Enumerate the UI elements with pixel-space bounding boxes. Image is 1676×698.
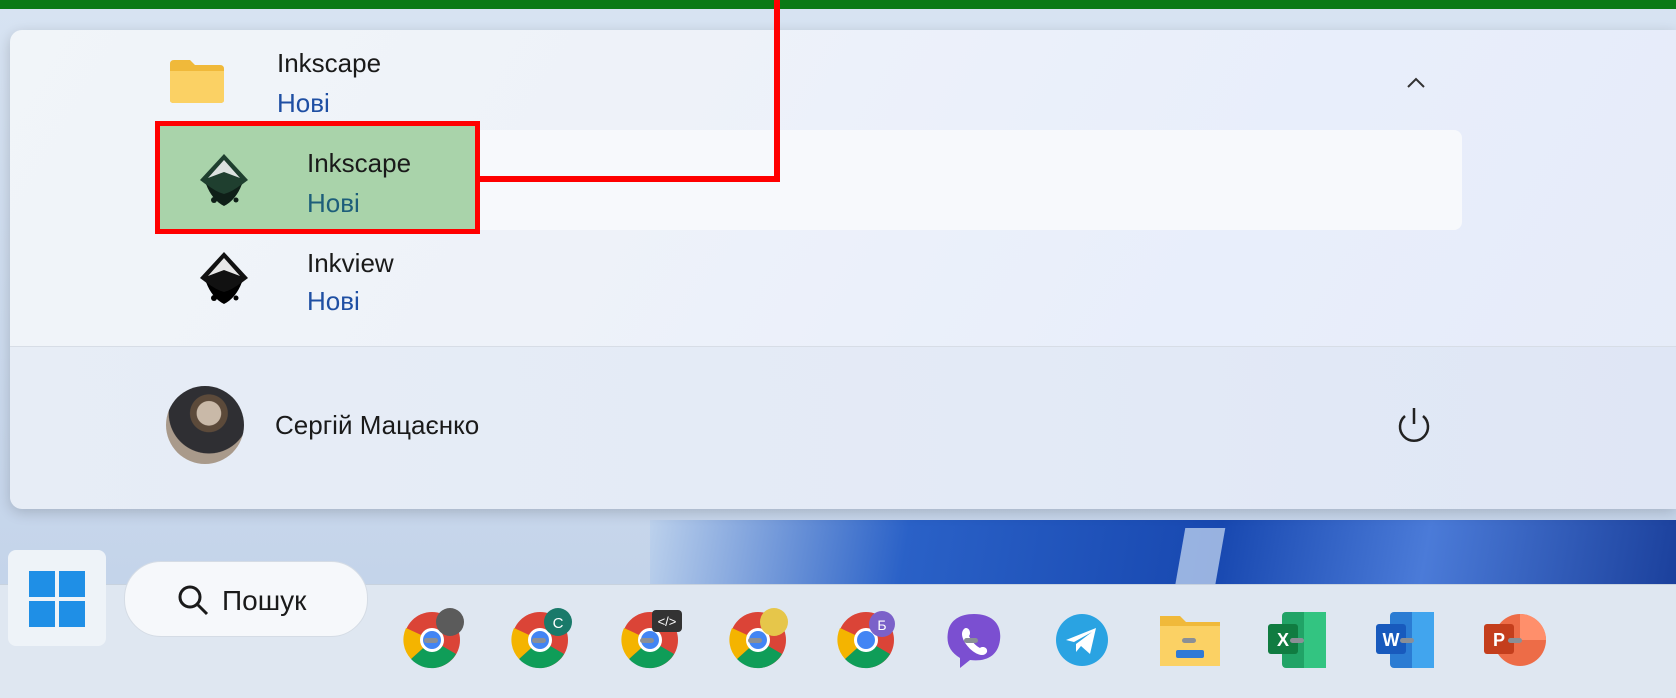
- search-label[interactable]: Пошук: [222, 585, 306, 617]
- user-name[interactable]: Сергій Мацаєнко: [275, 410, 479, 441]
- inkview-new-badge: Нові: [307, 286, 360, 316]
- inkscape-title[interactable]: Inkscape: [307, 148, 411, 179]
- chrome-badge-code: </>: [658, 614, 677, 629]
- inkscape-icon[interactable]: [194, 150, 254, 210]
- chevron-up-icon[interactable]: [1404, 70, 1428, 98]
- svg-text:X: X: [1277, 630, 1289, 650]
- inkscape-new-badge: Нові: [307, 188, 360, 218]
- folder-title: Inkscape: [277, 48, 382, 78]
- chrome-badge-b: Б: [877, 617, 886, 633]
- running-indicator: [424, 638, 438, 643]
- windows-logo-icon: [29, 571, 85, 627]
- start-button[interactable]: [8, 550, 106, 646]
- running-indicator: [532, 638, 546, 643]
- running-indicator: [748, 638, 762, 643]
- running-indicator: [964, 638, 978, 643]
- search-icon: [178, 585, 209, 616]
- folder-icon: [170, 60, 224, 103]
- running-indicator: [1290, 638, 1304, 643]
- wallpaper-ribbon: [650, 520, 1676, 590]
- folder-new-badge: Нові: [277, 88, 330, 118]
- running-indicator: [640, 638, 654, 643]
- user-avatar[interactable]: [166, 386, 244, 464]
- chrome-icon-5[interactable]: Б: [832, 606, 900, 674]
- inkview-icon[interactable]: [194, 248, 254, 308]
- chrome-badge-c: C: [553, 615, 564, 632]
- running-indicator: [1508, 638, 1522, 643]
- telegram-icon[interactable]: [1048, 606, 1116, 674]
- inkview-title[interactable]: Inkview: [307, 248, 394, 279]
- top-green-bar: [0, 0, 1676, 9]
- callout-line-vertical: [774, 0, 780, 182]
- running-indicator: [1400, 638, 1414, 643]
- callout-line-horizontal: [480, 176, 780, 182]
- running-indicator: [1182, 638, 1196, 643]
- svg-text:P: P: [1493, 630, 1505, 650]
- power-icon[interactable]: [1392, 404, 1436, 448]
- svg-text:W: W: [1383, 630, 1400, 650]
